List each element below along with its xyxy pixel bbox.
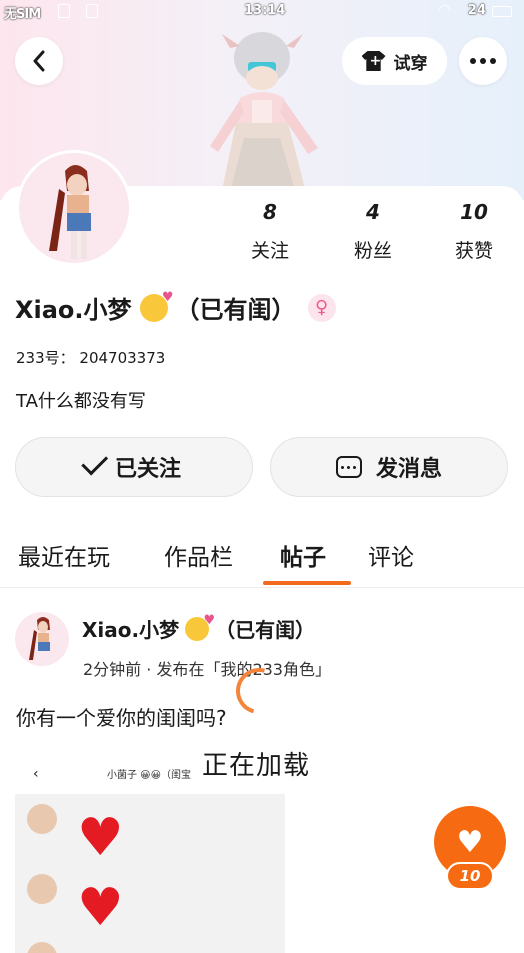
like-count: 10 bbox=[446, 862, 494, 890]
tab-comments[interactable]: 评论 bbox=[368, 538, 414, 572]
clock: 13:14 bbox=[244, 3, 286, 18]
active-tab-indicator bbox=[263, 581, 351, 585]
image-chat-avatar bbox=[27, 942, 57, 953]
battery-icon bbox=[492, 6, 512, 17]
send-message-label: 发消息 bbox=[375, 457, 442, 482]
stat-value: 4 bbox=[366, 200, 380, 224]
female-gender-icon: ♀ bbox=[307, 293, 336, 322]
avatar-character bbox=[49, 165, 91, 259]
post-text: 你有一个爱你的闺闺吗? bbox=[16, 706, 227, 730]
image-chat-title: 小菌子 😀😀（闺宝 bbox=[107, 770, 192, 781]
post-author-name[interactable]: Xiao.小梦 （已有闺） bbox=[82, 613, 316, 643]
loading-text: 正在加载 bbox=[202, 751, 311, 781]
heart-icon: ♥ bbox=[77, 808, 124, 868]
tab-works[interactable]: 作品栏 bbox=[164, 538, 233, 572]
send-message-button[interactable]: 发消息 bbox=[270, 437, 508, 497]
stat-label: 关注 bbox=[250, 240, 289, 262]
image-chat-avatar bbox=[27, 804, 57, 834]
tab-recently-played[interactable]: 最近在玩 bbox=[18, 538, 110, 572]
sim-icon bbox=[86, 4, 98, 18]
post-author-text: Xiao.小梦 bbox=[82, 618, 180, 642]
chevron-left-icon bbox=[33, 50, 45, 72]
checkmark-icon bbox=[81, 448, 109, 476]
battery-level: 24 bbox=[467, 3, 486, 18]
profile-avatar[interactable] bbox=[16, 150, 132, 266]
try-on-button[interactable]: 试穿 bbox=[342, 37, 447, 85]
post-author-avatar[interactable] bbox=[15, 612, 69, 666]
kiss-emoji-icon bbox=[185, 613, 215, 641]
heart-icon: ♥ bbox=[77, 878, 124, 938]
chat-bubble-icon bbox=[335, 456, 362, 478]
stat-likes[interactable]: 10 获赞 bbox=[434, 200, 514, 263]
try-on-label: 试穿 bbox=[393, 53, 428, 74]
followed-label: 已关注 bbox=[114, 457, 181, 482]
stat-label: 粉丝 bbox=[353, 240, 392, 262]
user-bio: TA什么都没有写 bbox=[16, 391, 146, 412]
stat-following[interactable]: 8 关注 bbox=[230, 200, 310, 263]
profile-tabs: 最近在玩 作品栏 帖子 评论 bbox=[0, 530, 524, 588]
character-3d-model bbox=[210, 32, 318, 200]
more-options-button[interactable] bbox=[459, 37, 507, 85]
wifi-icon: ◠ bbox=[439, 2, 450, 18]
post-image[interactable]: ‹ 小菌子 😀😀（闺宝 ♥ ♥ bbox=[15, 752, 285, 953]
username-suffix: （已有闺） bbox=[175, 296, 296, 324]
profile-username: Xiao.小梦 （已有闺） ♀ bbox=[15, 290, 336, 325]
post-avatar-character bbox=[29, 617, 50, 660]
carrier-label: 无SIM bbox=[4, 7, 41, 22]
post-author-suffix: （已有闺） bbox=[215, 618, 316, 642]
status-bar: 无SIM 13:14 ◠ 24 bbox=[0, 0, 524, 24]
more-dots-icon bbox=[470, 58, 496, 64]
stat-value: 8 bbox=[263, 200, 277, 224]
stat-label: 获赞 bbox=[454, 240, 493, 262]
heart-icon: ♥ bbox=[456, 824, 484, 860]
kiss-emoji-icon bbox=[139, 290, 174, 322]
post-meta: 2分钟前 · 发布在「我的233角色」 bbox=[83, 660, 331, 679]
tab-posts[interactable]: 帖子 bbox=[280, 538, 326, 572]
followed-button[interactable]: 已关注 bbox=[15, 437, 253, 497]
username-text: Xiao.小梦 bbox=[15, 296, 132, 324]
stat-value: 10 bbox=[460, 200, 488, 224]
back-button[interactable] bbox=[15, 37, 63, 85]
user-id: 233号： 204703373 bbox=[16, 349, 166, 367]
image-chat-avatar bbox=[27, 874, 57, 904]
image-back-icon: ‹ bbox=[33, 766, 39, 782]
shirt-icon bbox=[361, 51, 386, 71]
sim-icon bbox=[58, 4, 70, 18]
stat-followers[interactable]: 4 粉丝 bbox=[333, 200, 413, 263]
